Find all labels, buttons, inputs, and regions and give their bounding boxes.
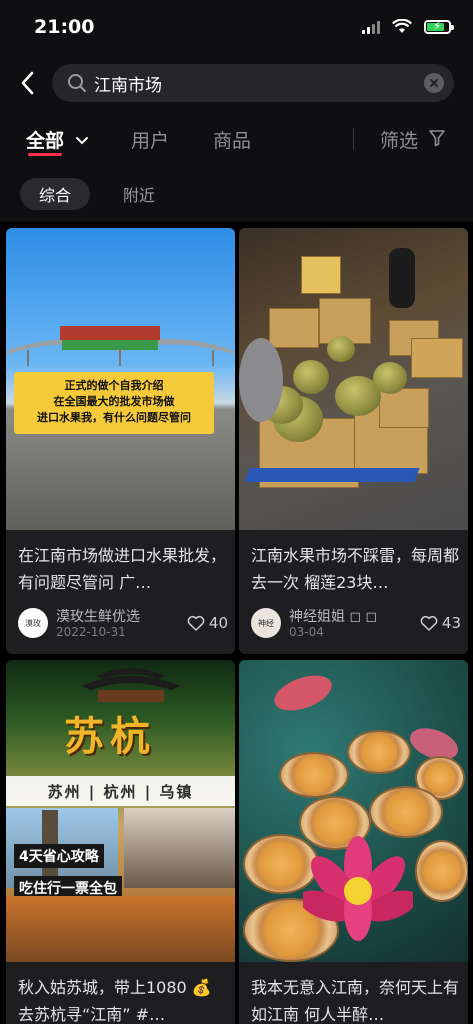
post-title[interactable]: 秋入姑苏城，带上1080 💰 去苏杭寻“江南” #…	[18, 974, 226, 1024]
post-image	[239, 660, 468, 962]
tab-products[interactable]: 商品	[213, 126, 251, 153]
heart-icon	[187, 615, 205, 631]
status-bar: 21:00 ⚡	[0, 0, 473, 56]
chip-comprehensive[interactable]: 综合	[20, 178, 90, 210]
filter-label: 筛选	[380, 130, 419, 152]
like-button[interactable]: 43	[420, 614, 461, 632]
author-name[interactable]: 神经姐姐 ◻ ◻	[289, 606, 377, 626]
post-date: 2022-10-31	[56, 625, 126, 639]
market-canopy-graphic	[8, 326, 233, 366]
post-image: 正式的做个自我介绍 在全国最大的批发市场做 进口水果我，有什么问题尽管问	[6, 228, 235, 530]
post-image	[239, 228, 468, 530]
back-button[interactable]	[14, 66, 44, 100]
image-city-band: 苏州 | 杭州 | 乌镇	[6, 776, 235, 806]
avatar[interactable]: 漠玫	[18, 608, 48, 638]
like-button[interactable]: 40	[187, 614, 228, 632]
like-count: 43	[441, 614, 461, 632]
battery-icon: ⚡	[424, 19, 454, 34]
close-icon	[430, 79, 438, 87]
clear-search-button[interactable]	[424, 73, 444, 93]
wifi-icon	[392, 19, 412, 33]
chevron-left-icon	[21, 71, 34, 95]
filter-button[interactable]: 筛选	[380, 126, 446, 153]
image-caption-line: 在全国最大的批发市场做	[53, 395, 175, 408]
category-tabs: 全部 用户 商品 筛选	[0, 122, 473, 162]
post-title[interactable]: 我本无意入江南，奈何天上有如江南 何人半醉…	[251, 974, 459, 1024]
post-card[interactable]: 我本无意入江南，奈何天上有如江南 何人半醉…	[239, 660, 468, 1024]
chevron-down-icon	[75, 137, 88, 145]
post-title[interactable]: 江南水果市场不踩雷，每周都去一次 榴莲23块…	[251, 542, 459, 596]
search-input[interactable]: 江南市场	[94, 71, 424, 96]
post-title[interactable]: 在江南市场做进口水果批发，有问题尽管问 广…	[18, 542, 226, 596]
lotus-flower-graphic	[303, 836, 413, 941]
filter-icon	[429, 130, 445, 147]
author-name[interactable]: 漠玫生鲜优选	[56, 606, 140, 626]
post-card[interactable]: 江南水果市场不踩雷，每周都去一次 榴莲23块… 神经 神经姐姐 ◻ ◻ 03-0…	[239, 228, 468, 654]
chip-nearby[interactable]: 附近	[104, 178, 174, 210]
tab-users[interactable]: 用户	[131, 126, 169, 153]
image-caption-line: 正式的做个自我介绍	[64, 379, 164, 392]
image-caption-sign: 正式的做个自我介绍 在全国最大的批发市场做 进口水果我，有什么问题尽管问	[14, 372, 214, 434]
image-headline: 苏杭	[64, 713, 156, 760]
avatar[interactable]: 神经	[251, 608, 281, 638]
search-icon	[68, 74, 86, 92]
heart-icon	[420, 615, 438, 631]
post-card[interactable]: 正式的做个自我介绍 在全国最大的批发市场做 进口水果我，有什么问题尽管问 在江南…	[6, 228, 235, 654]
pavilion-graphic	[81, 668, 181, 702]
image-tag: 4天省心攻略	[14, 844, 104, 868]
like-count: 40	[208, 614, 228, 632]
tab-all-label: 全部	[26, 130, 65, 152]
active-tab-indicator	[28, 153, 62, 156]
status-time: 21:00	[34, 16, 95, 38]
post-author-row: 神经 神经姐姐 ◻ ◻ 03-04 43	[251, 606, 461, 642]
tab-divider	[353, 128, 354, 150]
post-date: 03-04	[289, 625, 324, 639]
post-image: 苏杭 苏州 | 杭州 | 乌镇 4天省心攻略 吃住行一票全包	[6, 660, 235, 962]
tab-all[interactable]: 全部	[26, 126, 90, 153]
search-bar[interactable]: 江南市场	[52, 64, 454, 102]
status-icons: ⚡	[362, 19, 454, 34]
post-card[interactable]: 苏杭 苏州 | 杭州 | 乌镇 4天省心攻略 吃住行一票全包 秋入姑苏城，带上1…	[6, 660, 235, 1024]
results-feed[interactable]: 正式的做个自我介绍 在全国最大的批发市场做 进口水果我，有什么问题尽管问 在江南…	[0, 222, 473, 1024]
post-author-row: 漠玫 漠玫生鲜优选 2022-10-31 40	[18, 606, 228, 642]
cellular-signal-icon	[362, 20, 380, 34]
image-caption-line: 进口水果我，有什么问题尽管问	[37, 411, 191, 424]
